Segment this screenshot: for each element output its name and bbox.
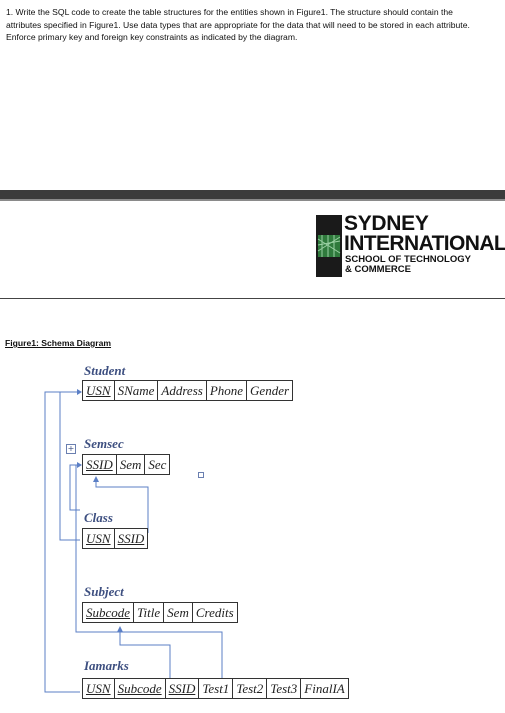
attr-class-usn: USN xyxy=(83,529,115,548)
sydney-international-logo: SYDNEY INTERNATIONAL SCHOOL OF TECHNOLOG… xyxy=(316,213,505,279)
attr-subject-sem: Sem xyxy=(164,603,193,622)
entity-title-class: Class xyxy=(84,510,113,525)
attr-subject-credits: Credits xyxy=(195,605,234,620)
attr-semsec-sec: Sec xyxy=(148,457,167,472)
entity-student: USN SName Address Phone Gender xyxy=(82,380,294,401)
attr-student-sname: SName xyxy=(115,381,159,400)
logo-mark-icon xyxy=(316,215,342,277)
attr-semsec-sem: Sem xyxy=(117,455,146,474)
header-banner-underline xyxy=(0,199,505,201)
attr-iamarks-finalia: FinalIA xyxy=(304,681,345,696)
header-banner-bar xyxy=(0,190,505,199)
attr-subject-subcode: Subcode xyxy=(83,603,135,622)
attr-iamarks-test3: Test3 xyxy=(267,679,302,698)
attr-subject-title: Title xyxy=(134,603,165,622)
entity-subject: Subcode Title Sem Credits xyxy=(82,602,238,623)
attr-student-gender: Gender xyxy=(250,383,290,398)
attr-iamarks-usn: USN xyxy=(83,679,115,698)
entity-title-iamarks: Iamarks xyxy=(84,658,129,673)
entity-title-subject: Subject xyxy=(84,584,124,599)
attr-student-phone: Phone xyxy=(207,381,248,400)
resize-handle[interactable] xyxy=(198,472,204,478)
entity-semsec: SSID Sem Sec xyxy=(82,454,171,475)
attr-class-ssid: SSID xyxy=(117,531,145,546)
logo-line-commerce: & COMMERCE xyxy=(345,264,411,275)
attr-semsec-ssid: SSID xyxy=(83,455,117,474)
logo-line-sydney: SYDNEY xyxy=(344,212,429,235)
expand-icon[interactable]: + xyxy=(66,444,76,454)
attr-student-address: Address xyxy=(158,381,207,400)
entity-iamarks: USN Subcode SSID Test1 Test2 Test3 Final… xyxy=(82,678,349,699)
attr-student-usn: USN xyxy=(83,381,115,400)
section-divider xyxy=(0,298,505,299)
entity-title-semsec: Semsec xyxy=(84,436,124,451)
figure-caption: Figure1: Schema Diagram xyxy=(5,338,112,348)
attr-iamarks-test2: Test2 xyxy=(233,679,268,698)
schema-diagram: Student USN SName Address Phone Gender +… xyxy=(40,360,460,705)
question-text: 1. Write the SQL code to create the tabl… xyxy=(6,7,470,43)
logo-line-international: INTERNATIONAL xyxy=(344,232,505,255)
entity-title-student: Student xyxy=(84,363,126,378)
attr-iamarks-subcode: Subcode xyxy=(115,679,166,698)
entity-class: USN SSID xyxy=(82,528,149,549)
attr-iamarks-test1: Test1 xyxy=(199,679,234,698)
attr-iamarks-ssid: SSID xyxy=(166,679,200,698)
